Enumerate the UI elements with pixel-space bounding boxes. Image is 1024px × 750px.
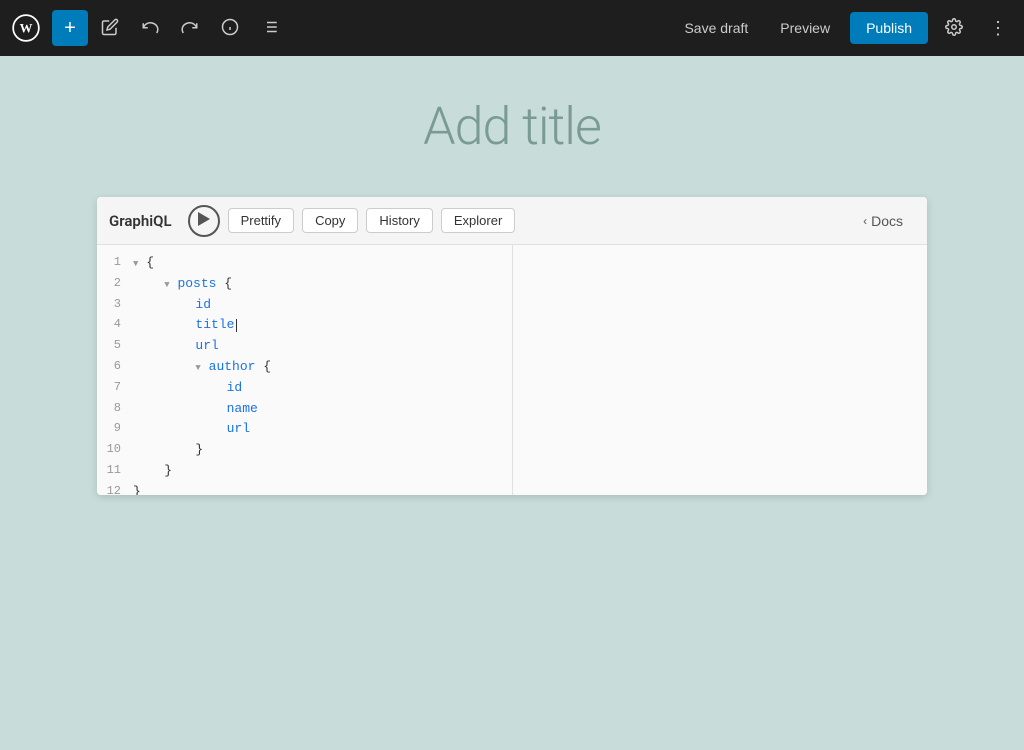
line-content: name: [133, 399, 258, 420]
code-line: 10 }: [97, 440, 512, 461]
copy-button[interactable]: Copy: [302, 208, 358, 233]
graphiql-title: GraphiQL: [109, 212, 172, 230]
undo-icon: [141, 18, 159, 39]
code-line: 6 ▼ author {: [97, 357, 512, 378]
list-icon: [261, 18, 279, 39]
line-content: url: [133, 336, 219, 357]
line-content: }: [133, 440, 203, 461]
line-number: 3: [105, 295, 133, 316]
code-line: 5 url: [97, 336, 512, 357]
code-line: 7 id: [97, 378, 512, 399]
code-line: 8 name: [97, 399, 512, 420]
line-number: 7: [105, 378, 133, 399]
toolbar-right: Save draft Preview Publish ⋮: [672, 10, 1016, 46]
graphiql-editor[interactable]: 1▼ {2 ▼ posts {3 id4 title5 url6 ▼ autho…: [97, 245, 513, 495]
line-content: url: [133, 419, 250, 440]
code-line: 4 title: [97, 315, 512, 336]
line-number: 6: [105, 357, 133, 378]
settings-button[interactable]: [936, 10, 972, 46]
docs-button[interactable]: ‹ Docs: [851, 209, 915, 233]
line-content: ▼ {: [133, 253, 154, 274]
line-number: 12: [105, 482, 133, 495]
code-line: 9 url: [97, 419, 512, 440]
line-content: ▼ author {: [133, 357, 271, 378]
content-area: Add title GraphiQL Prettify Copy History…: [0, 56, 1024, 750]
more-options-button[interactable]: ⋮: [980, 10, 1016, 46]
add-block-button[interactable]: +: [52, 10, 88, 46]
publish-button[interactable]: Publish: [850, 12, 928, 44]
pencil-icon: [101, 18, 119, 39]
line-content: id: [133, 378, 242, 399]
run-query-button[interactable]: [188, 205, 220, 237]
toolbar: W +: [0, 0, 1024, 56]
line-content: ▼ posts {: [133, 274, 232, 295]
title-placeholder[interactable]: Add title: [423, 96, 601, 157]
line-content: }: [133, 482, 141, 495]
prettify-button[interactable]: Prettify: [228, 208, 294, 233]
list-view-button[interactable]: [252, 10, 288, 46]
line-number: 4: [105, 315, 133, 336]
explorer-button[interactable]: Explorer: [441, 208, 515, 233]
line-content: }: [133, 461, 172, 482]
play-icon: [198, 212, 210, 229]
line-number: 11: [105, 461, 133, 482]
undo-button[interactable]: [132, 10, 168, 46]
preview-button[interactable]: Preview: [768, 14, 842, 42]
code-line: 1▼ {: [97, 253, 512, 274]
line-content: id: [133, 295, 211, 316]
graphiql-results: [513, 245, 928, 495]
history-button[interactable]: History: [366, 208, 432, 233]
code-line: 11 }: [97, 461, 512, 482]
chevron-left-icon: ‹: [863, 214, 867, 228]
toolbar-left: W +: [8, 10, 668, 46]
graphiql-toolbar: GraphiQL Prettify Copy History Explorer …: [97, 197, 927, 245]
graphiql-body: 1▼ {2 ▼ posts {3 id4 title5 url6 ▼ autho…: [97, 245, 927, 495]
code-line: 12}: [97, 482, 512, 495]
code-line: 2 ▼ posts {: [97, 274, 512, 295]
edit-button[interactable]: [92, 10, 128, 46]
redo-icon: [181, 18, 199, 39]
line-content: title: [133, 315, 237, 336]
line-number: 10: [105, 440, 133, 461]
info-button[interactable]: [212, 10, 248, 46]
more-icon: ⋮: [989, 18, 1007, 39]
redo-button[interactable]: [172, 10, 208, 46]
save-draft-button[interactable]: Save draft: [672, 14, 760, 42]
line-number: 5: [105, 336, 133, 357]
svg-text:W: W: [20, 22, 33, 36]
code-line: 3 id: [97, 295, 512, 316]
wp-logo: W: [8, 10, 44, 46]
info-icon: [221, 18, 239, 39]
line-number: 1: [105, 253, 133, 274]
line-number: 2: [105, 274, 133, 295]
line-number: 9: [105, 419, 133, 440]
gear-icon: [945, 18, 963, 39]
line-number: 8: [105, 399, 133, 420]
graphiql-block: GraphiQL Prettify Copy History Explorer …: [97, 197, 927, 495]
plus-icon: +: [64, 17, 76, 40]
